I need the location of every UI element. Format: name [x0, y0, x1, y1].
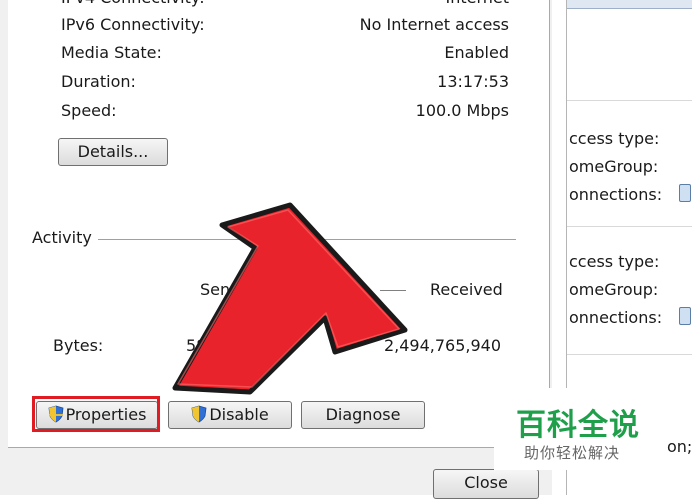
- diagnose-button[interactable]: Diagnose: [301, 401, 425, 429]
- duration-value: 13:17:53: [437, 72, 509, 91]
- homegroup-label: omeGroup:: [569, 280, 659, 299]
- watermark-subtitle: 助你轻松解决: [524, 444, 621, 462]
- connections-label: onnections:: [569, 185, 663, 204]
- baike-watermark: 百科全说 助你轻松解决: [494, 388, 660, 470]
- background-divider: [567, 354, 692, 355]
- background-divider: [567, 226, 692, 227]
- bytes-sent-value: 58: [186, 336, 207, 355]
- duration-label: Duration:: [61, 72, 136, 91]
- disable-label: Disable: [209, 405, 269, 424]
- sent-column-label: Sent: [200, 280, 237, 299]
- speed-label: Speed:: [61, 101, 117, 120]
- ipv6-connectivity-row: IPv6 Connectivity: No Internet access: [61, 14, 509, 36]
- connection-status-dialog: IPv4 Connectivity: Internet IPv6 Connect…: [0, 0, 552, 499]
- watermark-title: 百科全说: [516, 408, 640, 443]
- network-adapter-icon[interactable]: [679, 307, 691, 325]
- properties-highlight-box: [32, 396, 160, 432]
- ipv4-connectivity-row: IPv4 Connectivity: Internet: [61, 0, 509, 8]
- details-button[interactable]: Details...: [58, 138, 168, 166]
- truncated-option-label: on;: [667, 437, 692, 456]
- uac-shield-icon: [191, 405, 207, 423]
- ipv6-connectivity-value: No Internet access: [359, 15, 509, 34]
- ipv4-connectivity-value: Internet: [445, 0, 509, 8]
- access-type-label: ccess type:: [569, 129, 660, 148]
- connections-label: onnections:: [569, 308, 663, 327]
- activity-divider: [98, 239, 516, 240]
- media-state-row: Media State: Enabled: [61, 42, 509, 64]
- homegroup-label: omeGroup:: [569, 157, 659, 176]
- ipv4-connectivity-label: IPv4 Connectivity:: [61, 0, 205, 8]
- ipv6-connectivity-label: IPv6 Connectivity:: [61, 15, 205, 34]
- activity-connector-line: [380, 290, 406, 291]
- bytes-received-value: 2,494,765,940: [383, 336, 501, 355]
- media-state-label: Media State:: [61, 43, 162, 62]
- duration-row: Duration: 13:17:53: [61, 71, 509, 93]
- activity-group-label: Activity: [32, 228, 92, 247]
- speed-value: 100.0 Mbps: [415, 101, 509, 120]
- background-window-frame: [567, 0, 692, 9]
- disable-button[interactable]: Disable: [168, 401, 292, 429]
- received-column-label: Received: [430, 280, 503, 299]
- background-divider: [567, 100, 692, 101]
- bytes-label: Bytes:: [53, 336, 104, 355]
- speed-row: Speed: 100.0 Mbps: [61, 100, 509, 122]
- media-state-value: Enabled: [444, 43, 509, 62]
- network-adapter-icon[interactable]: [679, 184, 691, 202]
- status-panel: IPv4 Connectivity: Internet IPv6 Connect…: [8, 0, 550, 448]
- access-type-label: ccess type:: [569, 252, 660, 271]
